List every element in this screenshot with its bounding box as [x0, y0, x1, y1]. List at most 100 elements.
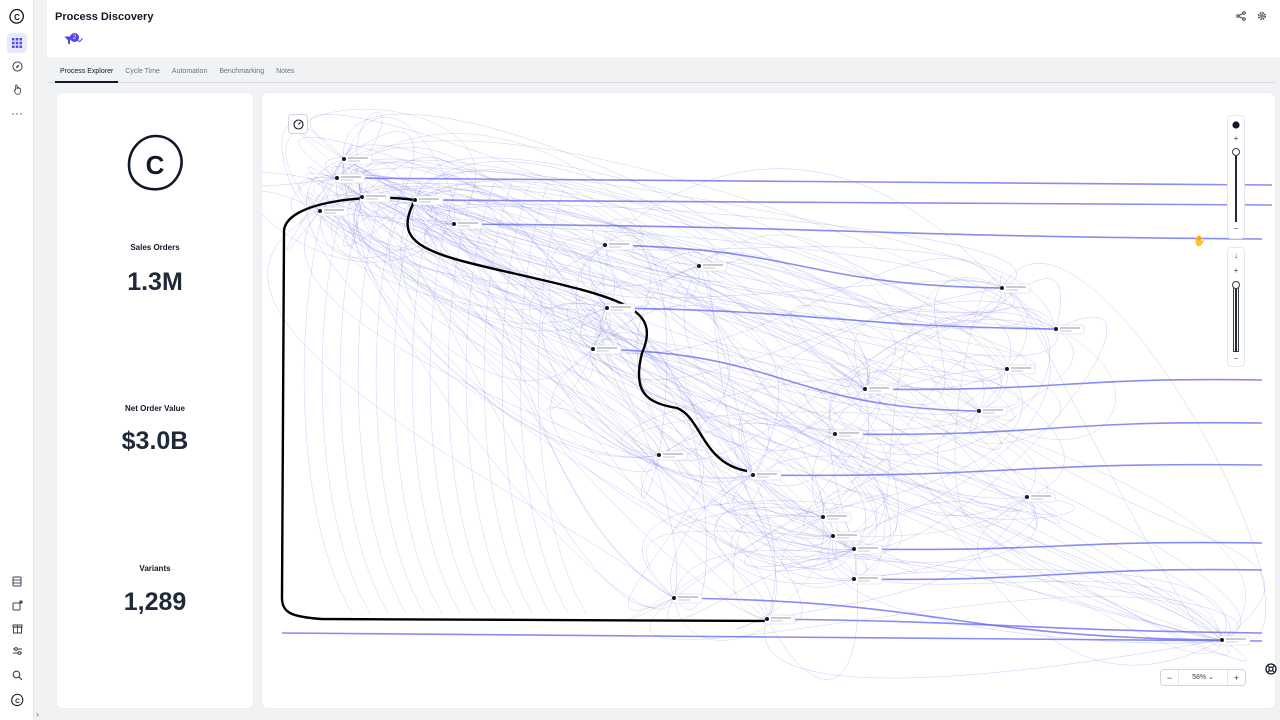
filter-button[interactable]: 2 [64, 33, 83, 45]
connection-edge [393, 182, 443, 614]
tab-benchmarking[interactable]: Benchmarking [214, 62, 269, 83]
connections-slider-fill [1235, 288, 1237, 352]
connection-edge [864, 388, 1223, 666]
connection-edge [303, 182, 353, 614]
activity-node[interactable] [764, 614, 796, 625]
activity-node[interactable] [1004, 364, 1036, 375]
kpi-variants-label: Variants [139, 564, 171, 573]
activity-node[interactable] [341, 154, 373, 165]
hand-pointer-icon[interactable] [7, 79, 27, 99]
main-flow-edge [606, 307, 1057, 330]
activity-node[interactable] [317, 206, 349, 217]
activity-node[interactable] [602, 240, 634, 251]
activity-node[interactable] [830, 531, 862, 542]
tab-bar: Process Explorer Cycle Time Automation B… [47, 62, 1275, 83]
activity-node[interactable] [851, 574, 883, 585]
activity-node[interactable] [451, 219, 483, 230]
celonis-logo-icon-bottom[interactable]: C [7, 690, 27, 710]
search-icon[interactable] [7, 665, 27, 685]
tab-process-explorer[interactable]: Process Explorer [55, 62, 119, 83]
database-icon[interactable] [7, 571, 27, 591]
hand-cursor-icon: ✋ [1193, 236, 1206, 247]
connection-edge [411, 199, 1028, 512]
zoom-in-button[interactable]: + [1228, 670, 1245, 685]
activity-node[interactable] [851, 544, 883, 555]
activity-node[interactable] [671, 593, 703, 604]
connection-edge [937, 410, 1223, 641]
activity-node[interactable] [1053, 324, 1085, 335]
connection-edge [592, 346, 1008, 415]
tab-automation[interactable]: Automation [167, 62, 212, 83]
speedometer-button[interactable] [288, 114, 308, 134]
activity-node[interactable] [999, 283, 1031, 294]
activities-slider-track [1235, 152, 1237, 222]
connections-minus-button[interactable]: − [1228, 354, 1244, 363]
share-icon[interactable] [1234, 9, 1248, 23]
process-explorer-canvas[interactable]: + − ↓ + − − 58% ⌄ + [262, 93, 1275, 708]
connections-plus-button[interactable]: + [1228, 266, 1244, 275]
activities-slider[interactable]: + − [1227, 115, 1245, 239]
connection-edge [604, 168, 1003, 289]
main-flow-edge [341, 177, 1273, 186]
activity-node[interactable] [1219, 635, 1251, 646]
activity-node[interactable] [334, 173, 366, 184]
connection-edge [361, 186, 834, 538]
compass-icon[interactable] [7, 56, 27, 76]
activity-node[interactable] [750, 470, 782, 481]
left-rail: C ··· C › [0, 0, 39, 720]
connection-edge [1000, 275, 1223, 647]
activity-node[interactable] [359, 192, 391, 203]
connection-edge [343, 158, 1223, 641]
svg-text:C: C [14, 13, 20, 22]
apps-grid-icon[interactable] [7, 33, 27, 53]
gear-icon[interactable] [1255, 9, 1269, 23]
main-flow-edge [752, 463, 1263, 477]
tab-cycle-time[interactable]: Cycle Time [120, 62, 165, 83]
connections-slider-knob[interactable] [1232, 281, 1240, 289]
more-icon[interactable]: ··· [7, 103, 27, 123]
connection-edge [670, 368, 1008, 599]
kpi-panel: C Sales Orders 1.3M Net Order Value $3.0… [57, 93, 253, 708]
activity-node[interactable] [604, 303, 636, 314]
process-graph[interactable] [262, 93, 1275, 708]
connection-edge [604, 244, 1230, 656]
sliders-icon[interactable] [7, 641, 27, 661]
svg-text:C: C [15, 698, 20, 705]
activities-slider-knob[interactable] [1232, 148, 1240, 156]
tab-notes[interactable]: Notes [271, 62, 299, 83]
activity-node[interactable] [820, 512, 852, 523]
connection-edge [834, 433, 1075, 520]
connection-edge [361, 195, 675, 608]
package-icon[interactable] [7, 618, 27, 638]
activity-node[interactable] [412, 195, 444, 206]
activity-node[interactable] [656, 450, 688, 461]
zoom-control: − 58% ⌄ + [1160, 669, 1246, 686]
celonis-logo-icon[interactable]: C [7, 7, 27, 27]
connection-edge [673, 597, 770, 641]
activity-node[interactable] [832, 429, 864, 440]
kpi-net-order-value-value: $3.0B [121, 427, 189, 455]
chevron-right-icon[interactable]: › [36, 709, 39, 719]
connection-edge [321, 182, 371, 614]
connection-edge [698, 234, 980, 437]
connection-edge [550, 348, 768, 620]
activity-node[interactable] [590, 344, 622, 355]
activities-minus-button[interactable]: − [1228, 224, 1244, 233]
main-flow-edge [604, 244, 1003, 289]
zoom-out-button[interactable]: − [1161, 670, 1178, 685]
connection-edge [519, 182, 569, 614]
activity-node[interactable] [696, 261, 728, 272]
connections-slider[interactable]: ↓ + − [1227, 247, 1245, 367]
zoom-level-value: 58% [1192, 674, 1207, 681]
activities-plus-button[interactable]: + [1228, 134, 1244, 143]
activity-node[interactable] [862, 384, 894, 395]
help-lifebuoy-icon[interactable] [1265, 663, 1277, 675]
activity-dot-icon [1232, 121, 1240, 129]
zoom-level-select[interactable]: 58% ⌄ [1178, 670, 1228, 685]
connection-edge [414, 199, 1015, 314]
external-link-icon[interactable] [7, 595, 27, 615]
connection-edge [666, 557, 855, 622]
kpi-sales-orders-value: 1.3M [127, 268, 183, 296]
activity-node[interactable] [976, 406, 1008, 417]
activity-node[interactable] [1024, 492, 1056, 503]
